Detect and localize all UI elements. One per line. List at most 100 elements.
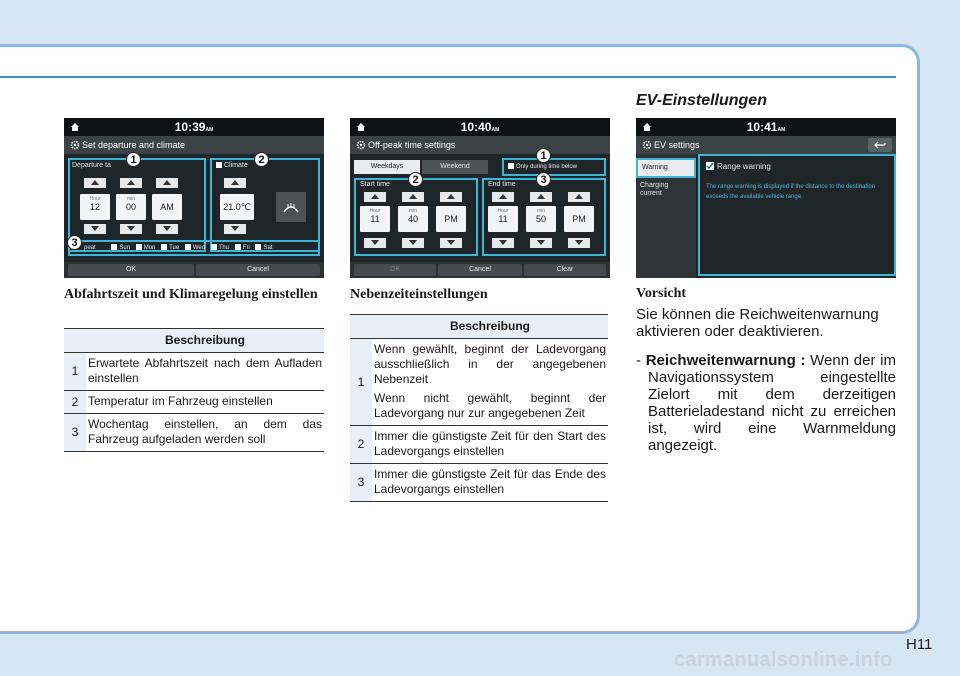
day-thu[interactable]: Thu bbox=[210, 244, 229, 251]
table-row: 1 Wenn gewählt, beginnt der Ladevorgang … bbox=[350, 338, 608, 426]
warning-panel-highlight bbox=[698, 154, 896, 276]
table-row: 3 Immer die günstigste Zeit für das Ende … bbox=[350, 463, 608, 502]
end-ampm-down-button[interactable] bbox=[568, 238, 590, 248]
caution-section: Vorsicht Sie können die Reichweitenwarnu… bbox=[636, 286, 896, 454]
start-min-field[interactable]: min 40 bbox=[398, 206, 428, 232]
table-header-spacer bbox=[350, 314, 372, 339]
screen-title: EV settings bbox=[654, 140, 700, 150]
end-min-down-button[interactable] bbox=[530, 238, 552, 248]
departure-label: Departure ta bbox=[72, 162, 111, 169]
bottom-bar: OK Cancel bbox=[64, 262, 324, 278]
hour-up-button[interactable] bbox=[84, 178, 106, 188]
climate-checkbox[interactable] bbox=[216, 162, 222, 168]
menu-item-charging-current[interactable]: Charging current bbox=[640, 182, 692, 198]
ampm-up-button[interactable] bbox=[156, 178, 178, 188]
caution-title: Vorsicht bbox=[636, 286, 687, 301]
min-field[interactable]: min 00 bbox=[116, 194, 146, 220]
day-sat[interactable]: Sat bbox=[255, 244, 272, 251]
caption-departure-climate: Abfahrtszeit und Klimaregelung einstelle… bbox=[64, 287, 318, 302]
hour-down-button[interactable] bbox=[84, 224, 106, 234]
cancel-button[interactable]: Cancel bbox=[196, 264, 320, 276]
start-min-down-button[interactable] bbox=[402, 238, 424, 248]
bottom-bar: OK Cancel Clear bbox=[350, 262, 610, 278]
clock: 10:40AM bbox=[460, 120, 500, 134]
screen-title: Set departure and climate bbox=[82, 140, 186, 150]
end-ampm-field[interactable]: PM bbox=[564, 206, 594, 232]
temp-field[interactable]: 21.0℃ bbox=[220, 194, 254, 220]
ampm-field[interactable]: AM bbox=[152, 194, 182, 220]
range-warning-checkbox[interactable] bbox=[706, 162, 714, 170]
tab-weekdays[interactable]: Weekdays bbox=[354, 160, 420, 174]
back-icon bbox=[874, 141, 886, 149]
status-bar: 10:39AM bbox=[64, 118, 324, 136]
cancel-button[interactable]: Cancel bbox=[438, 264, 522, 276]
watermark: carmanualsonline.info bbox=[674, 649, 893, 671]
start-ampm-down-button[interactable] bbox=[440, 238, 462, 248]
back-button[interactable] bbox=[868, 138, 892, 152]
start-ampm-up-button[interactable] bbox=[440, 192, 462, 202]
start-hour-down-button[interactable] bbox=[364, 238, 386, 248]
only-during-option[interactable]: Only during time below bbox=[508, 163, 577, 170]
screen-ev-settings: 10:41AM EV settings Warning Charging cur… bbox=[636, 118, 896, 278]
day-mon[interactable]: Mon bbox=[135, 244, 155, 251]
end-hour-up-button[interactable] bbox=[492, 192, 514, 202]
table-header-spacer bbox=[64, 328, 86, 353]
title-bar: Set departure and climate bbox=[64, 136, 324, 154]
clear-button[interactable]: Clear bbox=[524, 264, 606, 276]
climate-label: Climate bbox=[216, 162, 248, 169]
day-wed[interactable]: Wed bbox=[184, 244, 205, 251]
temp-up-button[interactable] bbox=[224, 178, 246, 188]
end-min-up-button[interactable] bbox=[530, 192, 552, 202]
start-hour-field[interactable]: Hour 11 bbox=[360, 206, 390, 232]
table-header: Beschreibung bbox=[86, 328, 324, 353]
day-sun[interactable]: Sun bbox=[111, 244, 130, 251]
ok-button[interactable]: OK bbox=[354, 264, 436, 276]
gear-icon bbox=[70, 140, 80, 150]
top-rule bbox=[0, 76, 896, 78]
table-row: 3 Wochentag einstellen, an dem das Fahrze… bbox=[64, 413, 324, 452]
callout-badge-2: 2 bbox=[254, 152, 269, 167]
range-warning-description: The range warning is displayed if the di… bbox=[706, 184, 876, 200]
min-down-button[interactable] bbox=[120, 224, 142, 234]
hour-field[interactable]: Hour 12 bbox=[80, 194, 110, 220]
defrost-button[interactable] bbox=[276, 192, 306, 222]
end-hour-field[interactable]: Hour 11 bbox=[488, 206, 518, 232]
description-table-1: Beschreibung 1 Erwartete Abfahrtszeit nac… bbox=[64, 328, 324, 452]
screen-off-peak: 10:40AM Off-peak time settings Weekdays … bbox=[350, 118, 610, 278]
day-fri[interactable]: Fri bbox=[234, 244, 250, 251]
section-title: EV-Einstellungen bbox=[636, 92, 767, 109]
table-cell-text: Wenn nicht gewählt, beginnt der Ladevorg… bbox=[374, 391, 606, 420]
start-hour-up-button[interactable] bbox=[364, 192, 386, 202]
temp-down-button[interactable] bbox=[224, 224, 246, 234]
end-hour-down-button[interactable] bbox=[492, 238, 514, 248]
start-ampm-field[interactable]: PM bbox=[436, 206, 466, 232]
table-row: 1 Erwartete Abfahrtszeit nach dem Auflade… bbox=[64, 352, 324, 391]
description-table-2: Beschreibung 1 Wenn gewählt, beginnt der… bbox=[350, 314, 608, 502]
table-row: 2 Temperatur im Fahrzeug einstellen bbox=[64, 390, 324, 414]
clock: 10:39AM bbox=[174, 120, 214, 134]
day-tue[interactable]: Tue bbox=[161, 244, 179, 251]
start-min-up-button[interactable] bbox=[402, 192, 424, 202]
status-bar: 10:40AM bbox=[350, 118, 610, 136]
tab-weekend[interactable]: Weekend bbox=[422, 160, 488, 174]
clock: 10:41AM bbox=[746, 120, 786, 134]
caution-item-term: Reichweitenwarnung : bbox=[645, 352, 806, 369]
end-time-label: End time bbox=[488, 181, 516, 188]
ok-button[interactable]: OK bbox=[68, 264, 194, 276]
screen-title: Off-peak time settings bbox=[368, 140, 456, 150]
end-min-field[interactable]: min 50 bbox=[526, 206, 556, 232]
caption-off-peak: Nebenzeiteinstellungen bbox=[350, 287, 488, 302]
screen-departure-climate: 10:39AM Set departure and climate Depart… bbox=[64, 118, 324, 278]
table-header: Beschreibung bbox=[372, 314, 608, 339]
repeat-row: peat Sun Mon Tue Wed Thu Fri Sat bbox=[84, 244, 273, 251]
range-warning-option[interactable]: Range warning bbox=[706, 162, 771, 171]
table-cell-text: Wenn gewählt, beginnt der Ladevorgang au… bbox=[374, 342, 606, 386]
ampm-down-button[interactable] bbox=[156, 224, 178, 234]
menu-item-warning[interactable]: Warning bbox=[636, 158, 696, 178]
end-ampm-up-button[interactable] bbox=[568, 192, 590, 202]
callout-badge-3: 3 bbox=[67, 235, 82, 250]
min-up-button[interactable] bbox=[120, 178, 142, 188]
defrost-icon bbox=[283, 203, 299, 213]
status-bar: 10:41AM bbox=[636, 118, 896, 136]
caution-item: - Reichweitenwarnung : Wenn der im Navig… bbox=[636, 352, 896, 454]
